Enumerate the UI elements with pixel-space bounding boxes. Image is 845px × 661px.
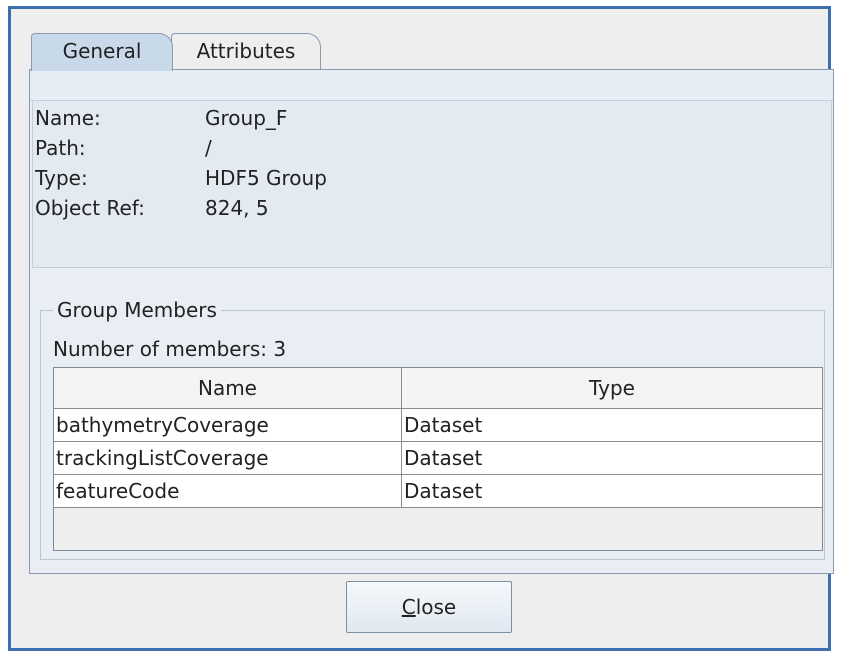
panel-header-strip [30, 70, 833, 101]
row-name-cell: featureCode [54, 475, 402, 507]
table-header: Name Type [54, 368, 822, 409]
row-type-cell: Dataset [404, 413, 483, 437]
object-ref-value: 824, 5 [205, 196, 269, 220]
tab-attributes-label: Attributes [196, 39, 296, 63]
name-value: Group_F [205, 106, 288, 130]
column-header-name[interactable]: Name [54, 368, 402, 408]
row-name-cell: trackingListCoverage [54, 442, 402, 474]
group-members-title: Group Members [53, 296, 221, 324]
type-value: HDF5 Group [205, 166, 327, 190]
close-mnemonic: C [401, 595, 416, 619]
properties-window: General Attributes Name: Group_F Path: /… [8, 6, 834, 651]
path-value: / [205, 136, 212, 160]
member-count: Number of members: 3 [53, 337, 287, 361]
table-row[interactable]: trackingListCoverage Dataset [54, 442, 822, 475]
tab-attributes[interactable]: Attributes [171, 33, 321, 69]
column-header-type[interactable]: Type [402, 368, 822, 408]
row-name-cell: bathymetryCoverage [54, 409, 402, 441]
close-label-rest: lose [415, 595, 457, 619]
table-row[interactable]: bathymetryCoverage Dataset [54, 409, 822, 442]
tab-general-label: General [62, 39, 142, 63]
tab-general[interactable]: General [31, 33, 173, 71]
group-members-box: Group Members Number of members: 3 Name … [40, 296, 825, 560]
path-label: Path: [35, 136, 86, 160]
close-button[interactable]: Close [346, 581, 512, 633]
name-label: Name: [35, 106, 101, 130]
row-type-cell: Dataset [404, 446, 483, 470]
object-ref-label: Object Ref: [35, 196, 145, 220]
row-type-cell: Dataset [404, 479, 483, 503]
table-row[interactable]: featureCode Dataset [54, 475, 822, 508]
members-table: Name Type bathymetryCoverage Dataset tra… [53, 367, 823, 551]
object-info: Name: Group_F Path: / Type: HDF5 Group O… [32, 100, 832, 268]
general-panel: Name: Group_F Path: / Type: HDF5 Group O… [29, 69, 834, 574]
type-label: Type: [35, 166, 88, 190]
